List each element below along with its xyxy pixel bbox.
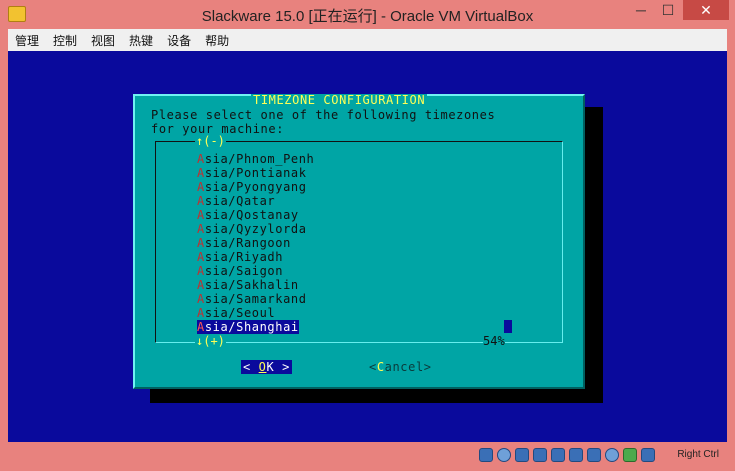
ok-left-bracket: < xyxy=(243,360,251,374)
usb-icon[interactable] xyxy=(551,448,565,462)
list-item-hotkey: A xyxy=(197,250,205,264)
list-item-hotkey: A xyxy=(197,152,205,166)
list-item[interactable]: Asia/Pontianak xyxy=(197,166,314,180)
list-item[interactable]: Asia/Qyzylorda xyxy=(197,222,314,236)
list-item-hotkey: A xyxy=(197,222,205,236)
device-icons xyxy=(479,448,655,462)
list-item[interactable]: Asia/Sakhalin xyxy=(197,278,314,292)
timezone-dialog: TIMEZONE CONFIGURATION Please select one… xyxy=(133,94,585,389)
list-item[interactable]: Asia/Phnom_Penh xyxy=(197,152,314,166)
list-item[interactable]: Asia/Qatar xyxy=(197,194,314,208)
list-item[interactable]: Asia/Saigon xyxy=(197,264,314,278)
list-item-hotkey: A xyxy=(197,292,205,306)
list-item-hotkey: A xyxy=(197,208,205,222)
list-item-label: sia/Qostanay xyxy=(204,208,299,222)
menu-manage[interactable]: 管理 xyxy=(8,32,46,49)
list-item-hotkey: A xyxy=(197,180,205,194)
window-title: Slackware 15.0 [正在运行] - Oracle VM Virtua… xyxy=(201,8,534,25)
shared-folder-icon[interactable] xyxy=(569,448,583,462)
list-item-label: sia/Qatar xyxy=(204,194,276,208)
list-item-label: sia/Samarkand xyxy=(204,292,307,306)
keyboard-icon[interactable] xyxy=(641,448,655,462)
ok-label: K xyxy=(266,360,275,374)
list-item-hotkey: A xyxy=(197,320,205,334)
list-item[interactable]: Asia/Riyadh xyxy=(197,250,314,264)
cancel-button[interactable]: <Cancel> xyxy=(369,360,432,374)
list-item-label: sia/Pontianak xyxy=(204,166,307,180)
display-icon[interactable] xyxy=(587,448,601,462)
vm-display[interactable]: TIMEZONE CONFIGURATION Please select one… xyxy=(8,51,727,442)
menu-view[interactable]: 视图 xyxy=(84,32,122,49)
scroll-up-indicator[interactable]: ↑(-) xyxy=(195,135,226,147)
network-icon[interactable] xyxy=(533,448,547,462)
menu-hotkeys[interactable]: 热键 xyxy=(122,32,160,49)
menu-devices[interactable]: 设备 xyxy=(160,32,198,49)
list-item-label: sia/Seoul xyxy=(204,306,276,320)
maximize-button[interactable]: ☐ xyxy=(655,0,681,20)
scroll-position-marker xyxy=(504,320,512,333)
list-item-hotkey: A xyxy=(197,194,205,208)
timezone-list[interactable]: Asia/Phnom_Penh Asia/Pontianak Asia/Pyon… xyxy=(197,152,314,334)
hard-disk-icon[interactable] xyxy=(479,448,493,462)
status-bar: Right Ctrl xyxy=(8,443,727,467)
close-button[interactable]: ✕ xyxy=(683,0,729,20)
list-item-hotkey: A xyxy=(197,306,205,320)
list-item[interactable]: Asia/Seoul xyxy=(197,306,314,320)
dialog-title: TIMEZONE CONFIGURATION xyxy=(251,93,428,107)
list-item-hotkey: A xyxy=(197,264,205,278)
cancel-label: ancel xyxy=(384,360,424,374)
list-item-label: sia/Pyongyang xyxy=(204,180,307,194)
list-item-label: sia/Phnom_Penh xyxy=(204,152,315,166)
prompt-line-1: Please select one of the following timez… xyxy=(151,108,496,122)
list-item[interactable]: Asia/Samarkand xyxy=(197,292,314,306)
selected-list-item[interactable]: Asia/Shanghai xyxy=(197,320,299,334)
list-item-label: sia/Rangoon xyxy=(204,236,291,250)
list-item[interactable]: Asia/Pyongyang xyxy=(197,180,314,194)
host-key-label: Right Ctrl xyxy=(677,449,719,460)
cancel-right-bracket: > xyxy=(423,360,432,374)
scroll-percentage: 54% xyxy=(483,334,505,348)
menu-control[interactable]: 控制 xyxy=(46,32,84,49)
list-item-label: sia/Riyadh xyxy=(204,250,284,264)
cancel-hotkey: C xyxy=(376,360,385,374)
list-item-label: sia/Sakhalin xyxy=(204,278,299,292)
list-item-label: sia/Shanghai xyxy=(204,320,299,334)
mouse-integration-icon[interactable] xyxy=(623,448,637,462)
cancel-left-bracket: < xyxy=(369,360,377,374)
video-capture-icon[interactable] xyxy=(605,448,619,462)
scroll-down-indicator[interactable]: ↓(+) xyxy=(195,335,226,347)
list-item-hotkey: A xyxy=(197,278,205,292)
list-item[interactable]: Asia/Rangoon xyxy=(197,236,314,250)
menu-bar: 管理 控制 视图 热键 设备 帮助 xyxy=(8,29,727,51)
list-item-label: sia/Qyzylorda xyxy=(204,222,307,236)
list-item[interactable]: Asia/Qostanay xyxy=(197,208,314,222)
minimize-button[interactable]: ─ xyxy=(628,0,654,20)
ok-button[interactable]: < OK > xyxy=(241,360,292,374)
ok-right-bracket: > xyxy=(282,360,290,374)
dialog-prompt: Please select one of the following timez… xyxy=(151,108,495,136)
audio-icon[interactable] xyxy=(515,448,529,462)
optical-drive-icon[interactable] xyxy=(497,448,511,462)
virtualbox-window: Slackware 15.0 [正在运行] - Oracle VM Virtua… xyxy=(0,0,735,471)
list-item-label: sia/Saigon xyxy=(204,264,284,278)
title-bar[interactable]: Slackware 15.0 [正在运行] - Oracle VM Virtua… xyxy=(0,0,735,28)
menu-help[interactable]: 帮助 xyxy=(198,32,236,49)
list-item-hotkey: A xyxy=(197,236,205,250)
list-item-hotkey: A xyxy=(197,166,205,180)
